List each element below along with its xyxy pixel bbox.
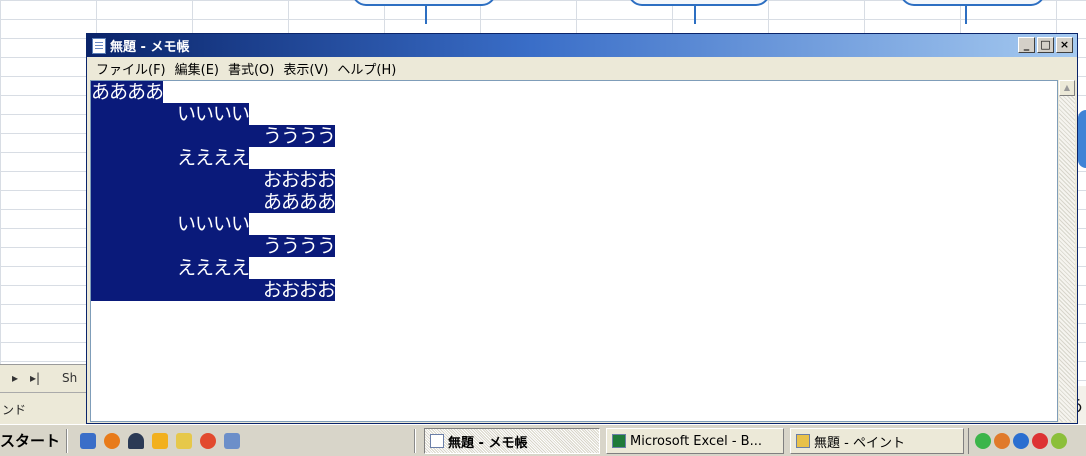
tray-icon[interactable] bbox=[1013, 433, 1029, 449]
taskbar: スタート 無題 - メモ帳 Microsoft Excel - B... 無題 - … bbox=[0, 424, 1086, 456]
sheet-last-icon[interactable]: ▸| bbox=[30, 371, 40, 385]
excel-shape bbox=[628, 0, 770, 6]
excel-side-shape bbox=[1078, 110, 1086, 168]
menu-bar: ファイル(F) 編集(E) 書式(O) 表示(V) ヘルプ(H) bbox=[87, 57, 1077, 79]
text-line: いいいい bbox=[91, 103, 250, 125]
scroll-up-button[interactable]: ▲ bbox=[1059, 80, 1075, 96]
tool-icon[interactable] bbox=[176, 433, 192, 449]
taskbar-separator bbox=[66, 429, 68, 453]
text-line: いいいい bbox=[91, 213, 250, 235]
excel-shape-line bbox=[965, 6, 967, 24]
task-label: 無題 - ペイント bbox=[814, 435, 905, 451]
text-line: おおおお bbox=[91, 279, 336, 301]
menu-format[interactable]: 書式(O) bbox=[228, 59, 274, 78]
text-line: ああああ bbox=[91, 81, 164, 103]
menu-help[interactable]: ヘルプ(H) bbox=[337, 59, 396, 78]
text-line: うううう bbox=[91, 235, 336, 257]
excel-shape-line bbox=[694, 6, 696, 24]
title-bar[interactable]: 無題 - メモ帳 _ □ × bbox=[87, 34, 1077, 57]
menu-file[interactable]: ファイル(F) bbox=[96, 59, 166, 78]
text-line: おおおお bbox=[91, 169, 336, 191]
tray-icon[interactable] bbox=[994, 433, 1010, 449]
window-title: 無題 - メモ帳 bbox=[110, 40, 190, 55]
chrome-icon[interactable] bbox=[200, 433, 216, 449]
task-label: 無題 - メモ帳 bbox=[448, 435, 528, 451]
taskbar-task[interactable]: 無題 - ペイント bbox=[790, 428, 964, 454]
notepad-icon[interactable] bbox=[92, 37, 106, 54]
maximize-button[interactable]: □ bbox=[1037, 37, 1054, 53]
text-area[interactable]: ああああ いいいい うううう ええええ おおおお ああああ いいいい うううう ええええ おおおお bbox=[90, 80, 1058, 422]
tray-icon[interactable] bbox=[1032, 433, 1048, 449]
text-line: うううう bbox=[91, 125, 336, 147]
sheet-next-icon[interactable]: ▸ bbox=[12, 371, 18, 385]
sheet-tab[interactable]: Sh bbox=[62, 371, 77, 385]
taskbar-separator bbox=[414, 429, 416, 453]
text-line: ええええ bbox=[91, 257, 250, 279]
editor-icon[interactable] bbox=[224, 433, 240, 449]
system-tray bbox=[968, 428, 1086, 454]
firefox-icon[interactable] bbox=[104, 433, 120, 449]
vertical-scrollbar[interactable]: ▲ bbox=[1059, 80, 1075, 422]
office-icon[interactable] bbox=[152, 433, 168, 449]
text-line: ええええ bbox=[91, 147, 250, 169]
taskbar-task[interactable]: 無題 - メモ帳 bbox=[424, 428, 600, 454]
tray-icon[interactable] bbox=[975, 433, 991, 449]
app-icon[interactable] bbox=[128, 433, 144, 449]
task-icon bbox=[612, 434, 626, 448]
excel-shape bbox=[352, 0, 496, 6]
desktop-icon[interactable] bbox=[80, 433, 96, 449]
tray-icon[interactable] bbox=[1051, 433, 1067, 449]
start-button[interactable]: スタート bbox=[0, 428, 66, 454]
excel-shape bbox=[900, 0, 1045, 6]
excel-status-bar: ンド bbox=[0, 392, 88, 424]
taskbar-task[interactable]: Microsoft Excel - B... bbox=[606, 428, 784, 454]
excel-shape-line bbox=[425, 6, 427, 24]
task-icon bbox=[430, 434, 444, 448]
excel-sheet-tabs: ▸ ▸| Sh bbox=[0, 364, 88, 392]
minimize-button[interactable]: _ bbox=[1018, 37, 1035, 53]
menu-edit[interactable]: 編集(E) bbox=[175, 59, 219, 78]
task-label: Microsoft Excel - B... bbox=[630, 433, 762, 449]
close-button[interactable]: × bbox=[1056, 37, 1073, 53]
status-text: ンド bbox=[2, 403, 27, 417]
task-icon bbox=[796, 434, 810, 448]
notepad-window: 無題 - メモ帳 _ □ × ファイル(F) 編集(E) 書式(O) 表示(V)… bbox=[86, 33, 1078, 424]
menu-view[interactable]: 表示(V) bbox=[283, 59, 328, 78]
window-controls: _ □ × bbox=[1018, 37, 1073, 53]
text-line: ああああ bbox=[91, 191, 336, 213]
